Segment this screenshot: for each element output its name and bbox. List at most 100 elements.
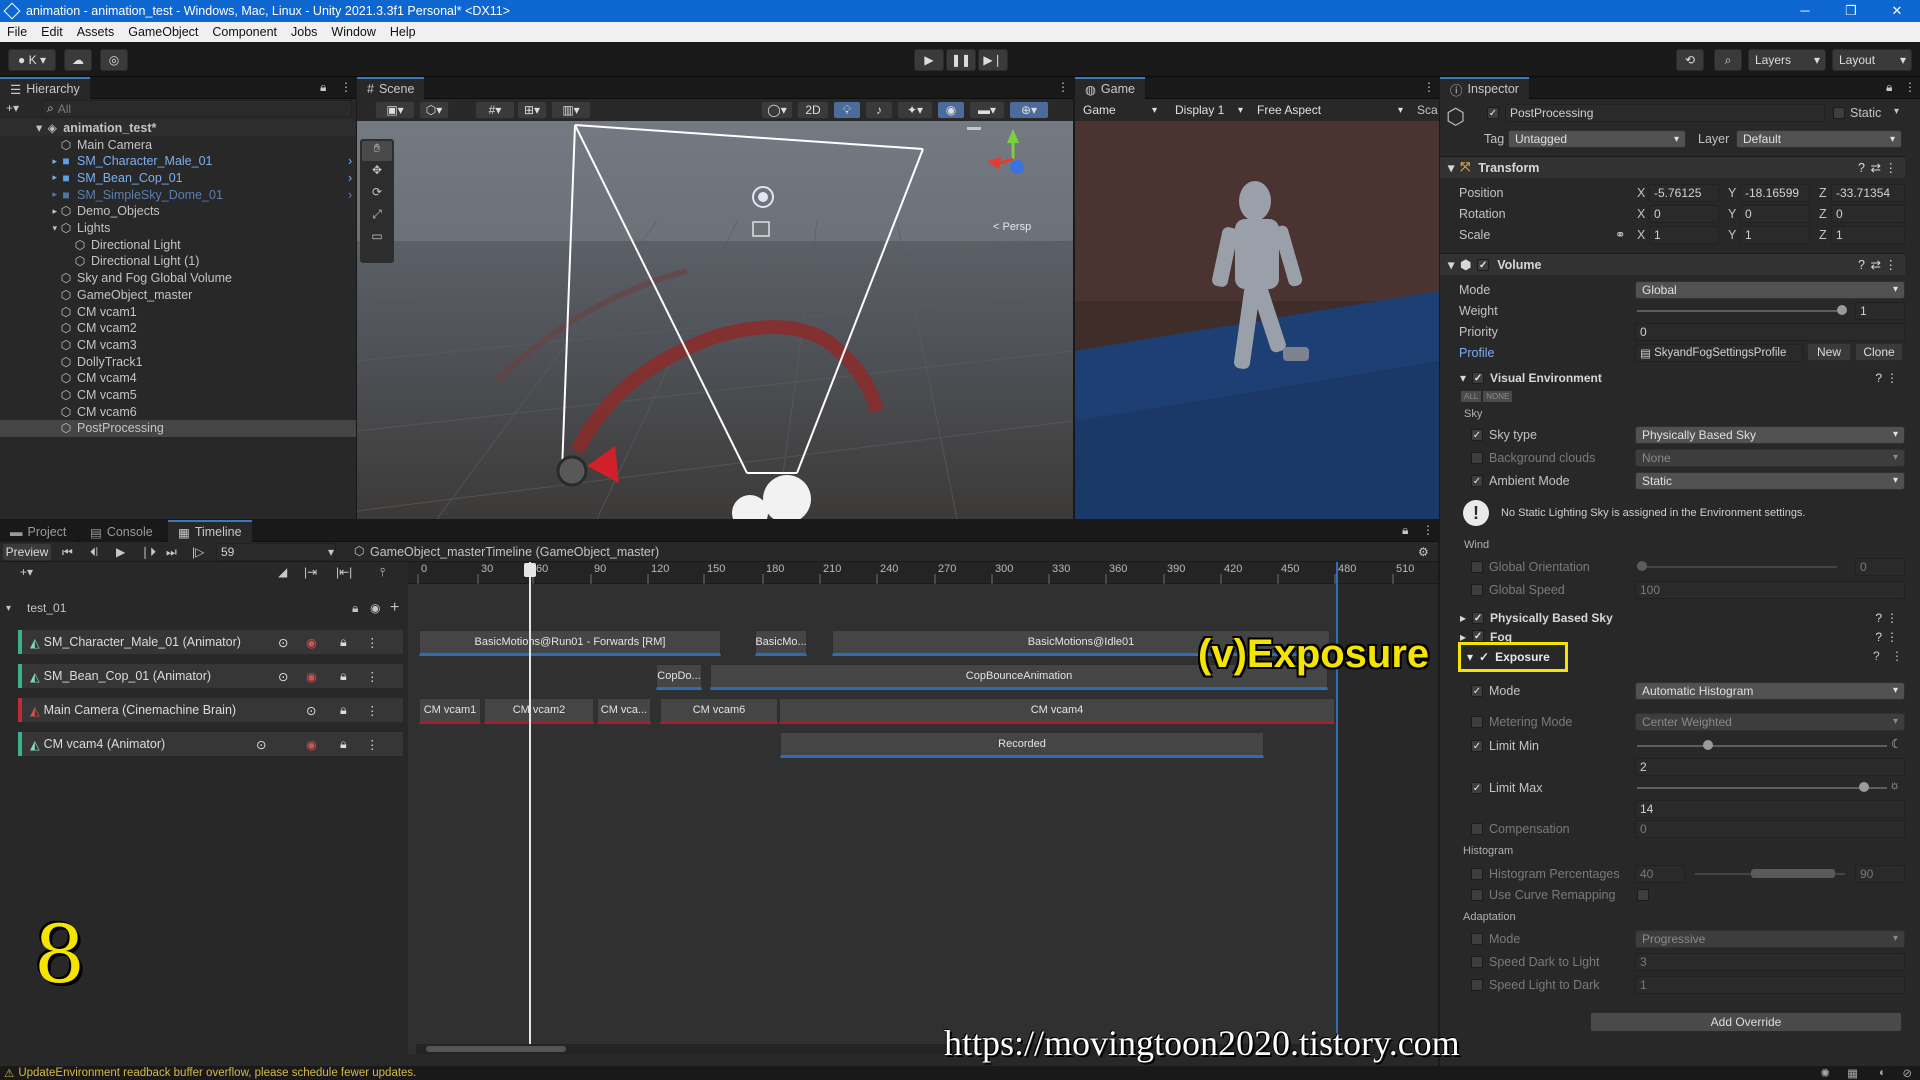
hierarchy-item[interactable]: ▸ ⬡ Demo_Objects (0, 203, 356, 220)
rotation-x-field[interactable]: 0 (1649, 204, 1719, 223)
compensation-field[interactable]: 0 (1635, 819, 1905, 838)
tab-console[interactable]: ▤ Console (80, 520, 163, 542)
histogram-range-handle[interactable] (1751, 869, 1835, 878)
preset-icon[interactable]: ⇄ (1871, 257, 1881, 272)
object-name-field[interactable]: PostProcessing (1505, 104, 1825, 122)
frame-field[interactable]: 59 (216, 543, 336, 561)
curve-override-checkbox[interactable]: ✓ (1471, 888, 1483, 901)
aspect-dropdown[interactable]: Free Aspect (1251, 101, 1409, 119)
foldout-arrow-icon[interactable]: ▾ (1460, 371, 1466, 385)
rotation-z-field[interactable]: 0 (1831, 204, 1905, 223)
clip-vcam6[interactable]: CM vcam6 (660, 698, 778, 724)
histogram-override-checkbox[interactable]: ✓ (1471, 867, 1483, 880)
ambient-mode-dropdown[interactable]: Static (1635, 471, 1905, 490)
record-button[interactable]: ◉ (306, 669, 317, 684)
position-x-field[interactable]: -5.76125 (1649, 183, 1719, 202)
target-icon[interactable]: ⊙ (278, 635, 288, 650)
scale-label[interactable]: Sca (1417, 103, 1438, 117)
limit-min-override-checkbox[interactable]: ✓ (1471, 739, 1483, 752)
weight-field[interactable]: 1 (1855, 301, 1905, 320)
constrain-link-icon[interactable]: ⚭ (1615, 227, 1625, 242)
hierarchy-search-input[interactable]: ⌕ All (42, 100, 352, 117)
track-group-row[interactable]: ▾ test_01 🔒︎ ◉ + (0, 596, 408, 620)
hierarchy-item[interactable]: ▾ ⬡ Lights (0, 220, 356, 237)
maximize-button[interactable]: ❐ (1828, 0, 1874, 22)
loop-icon[interactable]: |▷ (192, 545, 204, 559)
progress-status-icon[interactable]: ⊘ (1902, 1066, 1912, 1080)
mute-icon[interactable]: 🔒︎ (340, 669, 347, 684)
clone-profile-button[interactable]: Clone (1855, 343, 1903, 361)
static-checkbox[interactable]: ✓ (1833, 107, 1845, 119)
metering-mode-dropdown[interactable]: Center Weighted (1635, 712, 1905, 731)
expand-arrow-icon[interactable]: ▸ (0, 189, 60, 200)
draw-mode-dropdown[interactable]: ▣▾ (375, 101, 415, 119)
step-button[interactable]: ▶❘ (978, 49, 1008, 71)
status-bar[interactable]: ⚠ UpdateEnvironment readback buffer over… (0, 1066, 1920, 1080)
clouds-dropdown[interactable]: None (1635, 448, 1905, 467)
limit-min-slider-track[interactable] (1637, 745, 1887, 747)
hierarchy-item[interactable]: ⬡ Sky and Fog Global Volume (0, 270, 356, 287)
global-speed-field[interactable]: 100 (1635, 580, 1905, 599)
kebab-menu-icon[interactable]: ⋮ (1886, 630, 1898, 642)
prefab-open-icon[interactable]: › (348, 188, 352, 202)
foldout-arrow-icon[interactable]: ▾ (6, 603, 11, 614)
kebab-menu-icon[interactable]: ⋮ (340, 80, 352, 94)
audio-toggle-icon[interactable]: ♪ (865, 101, 893, 119)
visibility-icon[interactable]: ◉ (370, 601, 380, 615)
hierarchy-item[interactable]: ⬡ CM vcam2 (0, 320, 356, 337)
timeline-play-icon[interactable]: ▶ (116, 545, 125, 559)
light-dark-override-checkbox[interactable]: ✓ (1471, 978, 1483, 991)
minimize-button[interactable]: ─ (1782, 0, 1828, 22)
metering-override-checkbox[interactable]: ✓ (1471, 715, 1483, 728)
help-icon[interactable]: ? (1858, 161, 1865, 175)
static-dropdown-icon[interactable]: ▾ (1894, 106, 1899, 117)
persp-label[interactable]: < Persp (993, 221, 1031, 233)
account-dropdown[interactable]: ● K ▾ (8, 49, 56, 71)
menu-edit[interactable]: Edit (34, 25, 70, 39)
mute-icon[interactable]: 🔒︎ (340, 703, 347, 718)
position-y-field[interactable]: -18.16599 (1740, 183, 1810, 202)
toggle-2d-button[interactable]: 2D (797, 101, 829, 119)
frame-dropdown-icon[interactable]: ▾ (328, 545, 334, 559)
layers-dropdown[interactable]: Layers ▾ (1748, 49, 1826, 71)
dark-light-override-checkbox[interactable]: ✓ (1471, 955, 1483, 968)
playhead[interactable] (529, 562, 531, 1048)
clip-copdo[interactable]: CopDo... (656, 664, 702, 690)
scene-object-dropdown[interactable]: ⬡▾ (419, 101, 449, 119)
scale-tool-icon[interactable]: ⤢ (362, 207, 392, 227)
preset-icon[interactable]: ⇄ (1871, 160, 1881, 175)
kebab-menu-icon[interactable]: ⋮ (1886, 371, 1898, 385)
dark-to-light-field[interactable]: 3 (1635, 952, 1905, 971)
grid-snap-dropdown[interactable]: #▾ (475, 101, 515, 119)
scene-root-row[interactable]: ▾ ◈ animation_test* (0, 119, 356, 136)
help-icon[interactable]: ? (1875, 630, 1882, 642)
lock-icon[interactable]: 🔒︎ (1886, 80, 1892, 95)
help-icon[interactable]: ? (1873, 649, 1880, 663)
hierarchy-item[interactable]: ⬡ CM vcam1 (0, 303, 356, 320)
rect-tool-icon[interactable]: ▭ (362, 229, 392, 249)
menu-file[interactable]: File (0, 25, 34, 39)
play-button[interactable]: ▶ (914, 49, 944, 71)
expand-arrow-icon[interactable]: ▸ (0, 156, 60, 167)
tag-dropdown[interactable]: Untagged (1508, 130, 1686, 148)
clip-recorded[interactable]: Recorded (780, 732, 1264, 758)
clip-vcam2[interactable]: CM vcam2 (484, 698, 594, 724)
orientation-field[interactable]: 0 (1855, 557, 1905, 576)
tab-hierarchy[interactable]: ☰ Hierarchy (0, 77, 90, 99)
help-icon[interactable]: ? (1858, 258, 1865, 272)
prefab-open-icon[interactable]: › (348, 154, 352, 168)
kebab-menu-icon[interactable]: ⋮ (1885, 160, 1898, 175)
settings-gear-icon[interactable]: ⚙ (1418, 545, 1429, 559)
limit-max-field[interactable]: 14 (1635, 800, 1905, 818)
exposure-checkmark-icon[interactable]: ✓ (1479, 650, 1489, 664)
visual-env-checkbox[interactable]: ✓ (1472, 372, 1485, 384)
menu-gameobject[interactable]: GameObject (121, 25, 205, 39)
target-icon[interactable]: ⊙ (256, 737, 266, 752)
menu-jobs[interactable]: Jobs (284, 25, 324, 39)
limit-max-slider-track[interactable] (1637, 787, 1887, 789)
menu-component[interactable]: Component (205, 25, 284, 39)
sky-type-dropdown[interactable]: Physically Based Sky (1635, 425, 1905, 444)
add-to-group-icon[interactable]: + (390, 599, 399, 617)
history-icon[interactable]: ⟲ (1676, 49, 1704, 71)
menu-help[interactable]: Help (383, 25, 423, 39)
